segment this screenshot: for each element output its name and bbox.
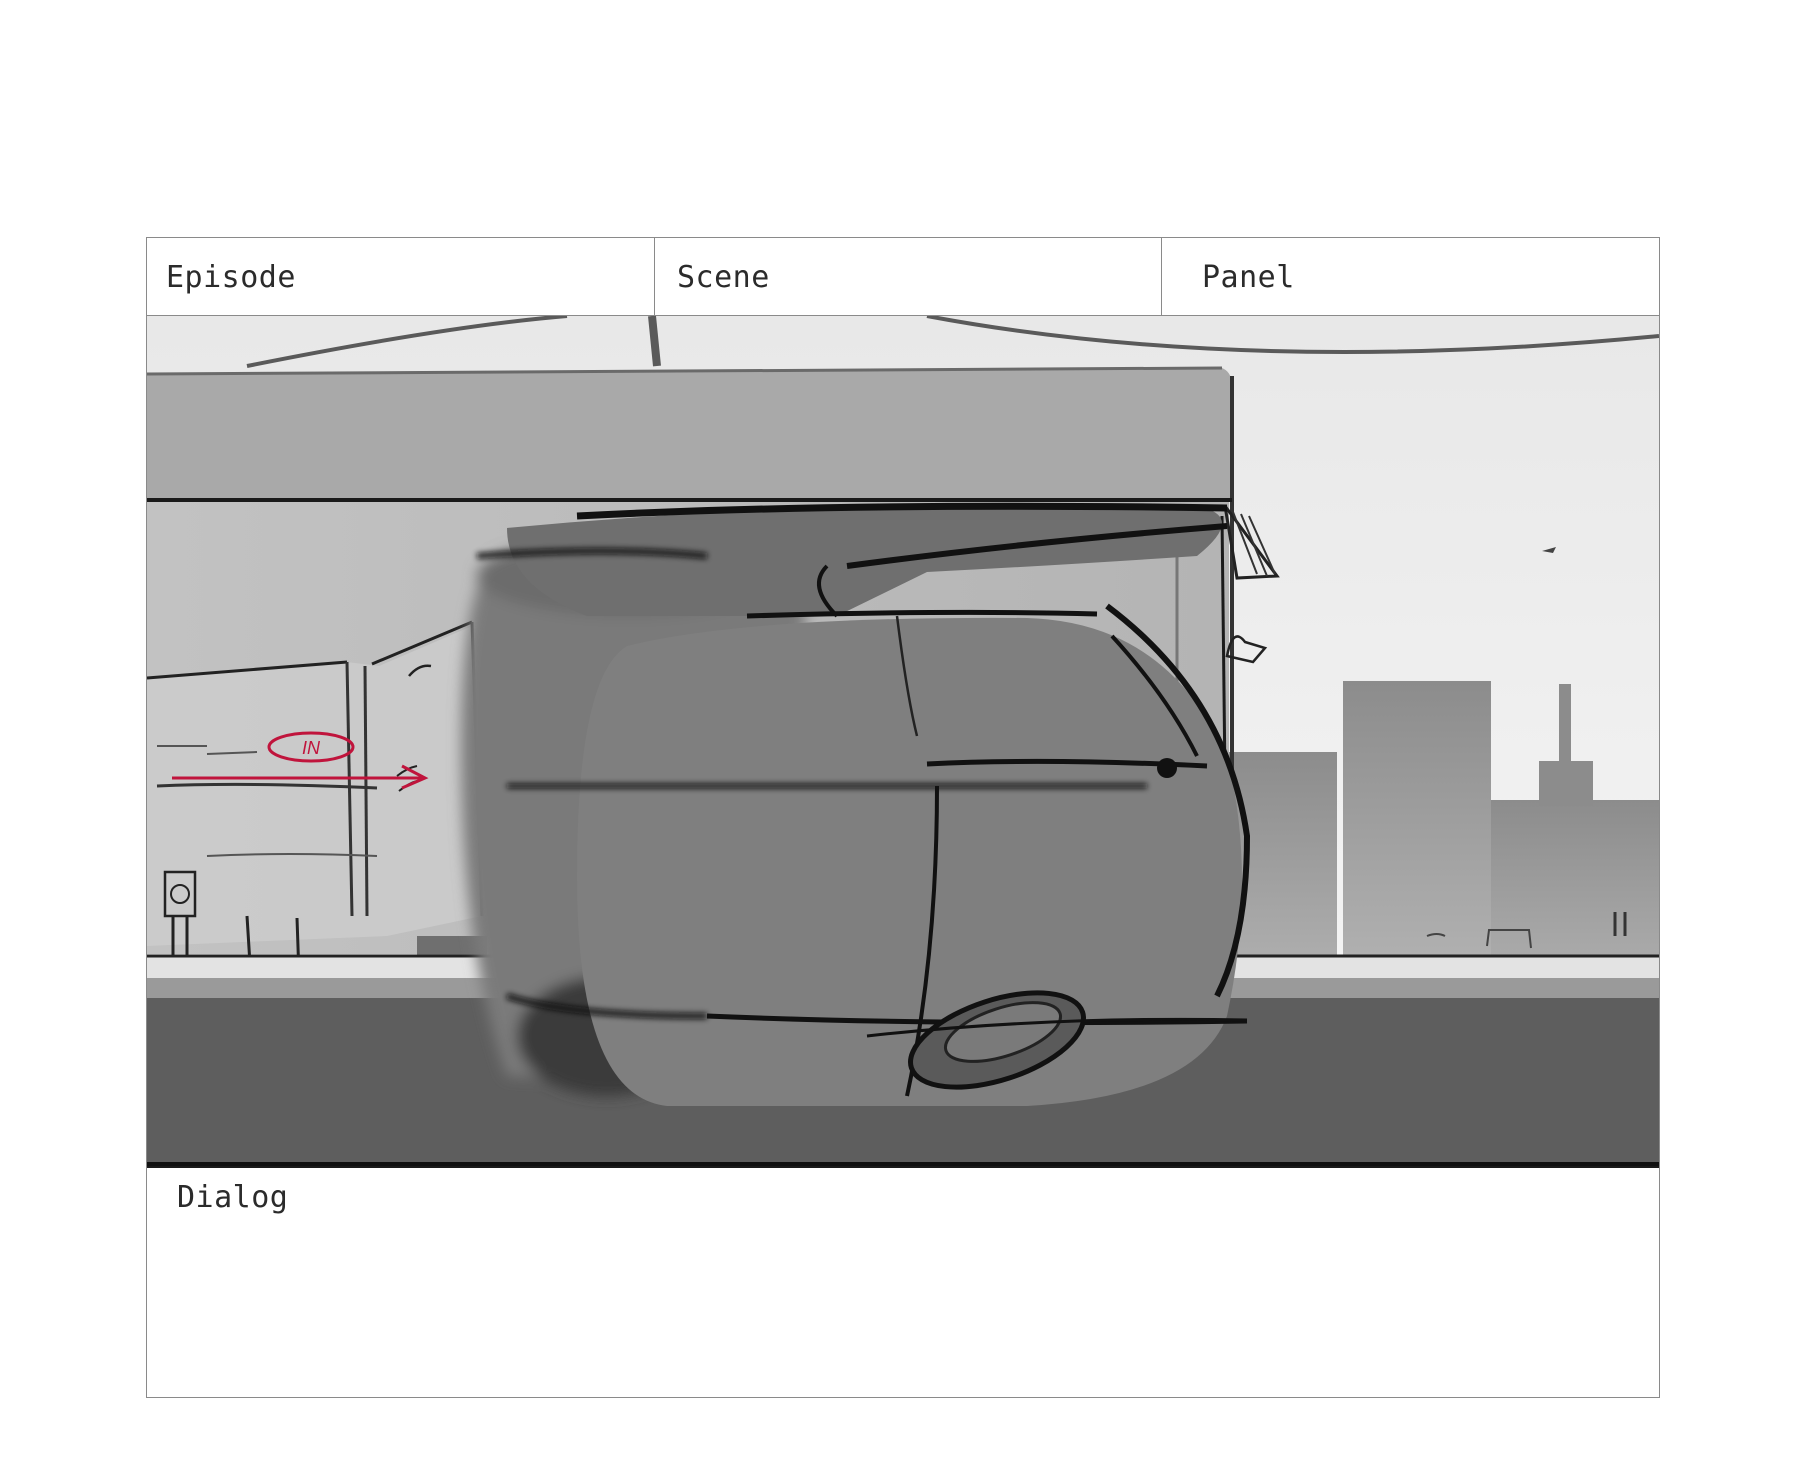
dialog-area[interactable]: Dialog xyxy=(147,1166,1659,1397)
episode-field[interactable]: Episode xyxy=(147,238,655,315)
episode-label: Episode xyxy=(166,260,296,295)
storyboard-sheet: Episode Scene Panel IN Dialog xyxy=(146,237,1660,1398)
in-annotation-text: IN xyxy=(302,738,321,758)
scene-label: Scene xyxy=(677,260,770,295)
building-roof xyxy=(147,368,1232,501)
panel-field[interactable]: Panel xyxy=(1162,238,1659,315)
scene-field[interactable]: Scene xyxy=(655,238,1162,315)
pole xyxy=(648,316,661,367)
header-row: Episode Scene Panel xyxy=(147,238,1659,316)
panel-label: Panel xyxy=(1202,260,1295,295)
dialog-label: Dialog xyxy=(177,1180,289,1215)
panel-sketch: IN xyxy=(147,316,1659,1166)
